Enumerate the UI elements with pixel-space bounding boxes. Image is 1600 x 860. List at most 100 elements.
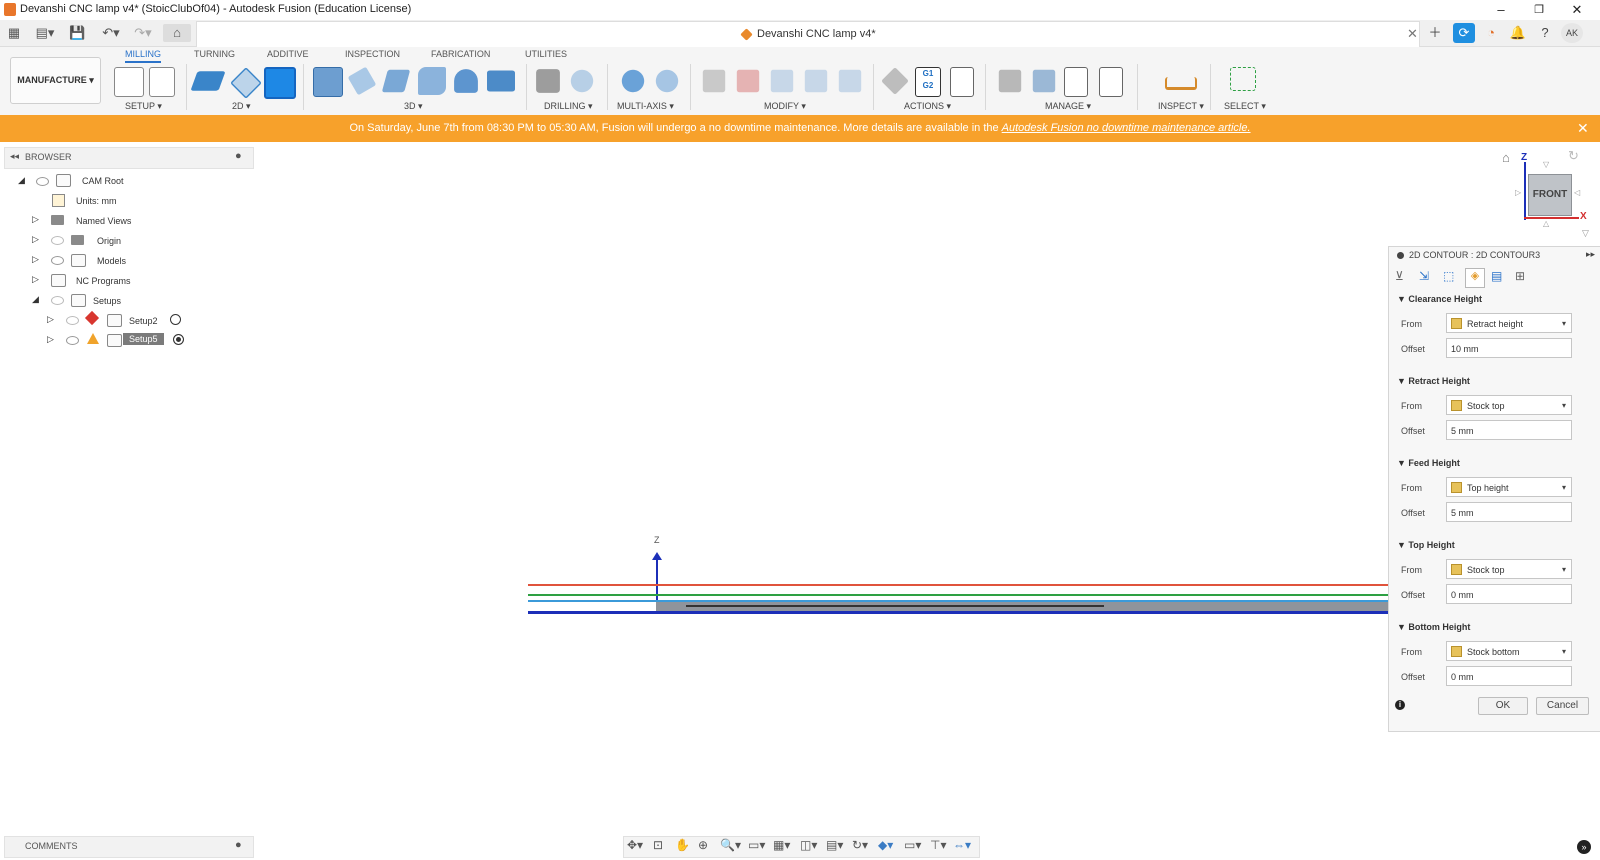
tool-library-icon[interactable] (998, 69, 1022, 93)
select-group-label[interactable]: SELECT ▾ (1224, 101, 1266, 112)
redo-icon[interactable]: ↷▾ (130, 24, 156, 42)
document-tab[interactable]: Devanshi CNC lamp v4* ✕ (196, 21, 1420, 47)
multiaxis-group-label[interactable]: MULTI-AXIS ▾ (617, 101, 674, 112)
modify-tool-icon[interactable] (702, 69, 726, 93)
multiaxis-contour-icon[interactable] (621, 69, 645, 93)
collapse-icon[interactable]: ◂◂ (10, 151, 19, 162)
tree-item-origin[interactable]: Origin (97, 236, 121, 246)
heights-tab-icon[interactable]: ⬚ (1443, 269, 1459, 285)
filter-icon[interactable]: ⊤▾ (930, 838, 946, 852)
new-setup-icon[interactable] (114, 67, 144, 97)
home-icon[interactable]: ⌂ (163, 24, 191, 42)
tab-turning[interactable]: TURNING (194, 49, 235, 59)
viewports-icon[interactable]: ◫▾ (800, 838, 817, 852)
expand-cam-root-icon[interactable]: ◢ (18, 175, 25, 186)
window-select-icon[interactable] (1230, 67, 1256, 91)
job-status-icon[interactable]: ◔ (1480, 23, 1502, 43)
tree-item-units[interactable]: Units: mm (76, 196, 117, 206)
machine-library-icon[interactable] (1032, 69, 1056, 93)
visibility-icon[interactable] (51, 236, 64, 245)
bottom-offset-input[interactable]: 0 mm (1446, 666, 1572, 686)
pan-icon[interactable]: ✋ (675, 838, 690, 852)
maintenance-article-link[interactable]: Autodesk Fusion no downtime maintenance … (1002, 122, 1251, 134)
inspect-group-label[interactable]: INSPECT ▾ (1158, 101, 1204, 112)
2d-group-label[interactable]: 2D ▾ (232, 101, 251, 112)
3d-group-label[interactable]: 3D ▾ (404, 101, 423, 112)
3d-scallop-icon[interactable] (454, 69, 478, 93)
top-from-select[interactable]: Stock top ▾ (1446, 559, 1572, 579)
section-bottom-height[interactable]: ▼ Bottom Height (1397, 622, 1470, 632)
info-icon[interactable]: i (1395, 700, 1405, 710)
home-view-icon[interactable]: ⌂ (1502, 150, 1510, 165)
post-process-icon[interactable]: G1 G2 (915, 67, 941, 97)
ok-button[interactable]: OK (1478, 697, 1528, 715)
tab-additive[interactable]: ADDITIVE (267, 49, 309, 59)
apps-grid-icon[interactable]: ▦ (6, 24, 22, 42)
setup-sheet-icon[interactable] (950, 67, 974, 97)
feed-from-select[interactable]: Top height ▾ (1446, 477, 1572, 497)
hole-recognition-icon[interactable] (570, 69, 594, 93)
section-clearance-height[interactable]: ▼ Clearance Height (1397, 294, 1482, 304)
browser-pin-icon[interactable]: ● (235, 150, 242, 162)
workspace-switcher[interactable]: MANUFACTURE ▾ (10, 57, 101, 104)
extensions-icon[interactable]: ⟳ (1453, 23, 1475, 43)
tab-inspection[interactable]: INSPECTION (345, 49, 400, 59)
visibility-icon[interactable] (51, 256, 64, 265)
close-banner-icon[interactable]: ✕ (1577, 115, 1589, 142)
retract-offset-input[interactable]: 5 mm (1446, 420, 1572, 440)
tab-utilities[interactable]: UTILITIES (525, 49, 567, 59)
help-icon[interactable]: ? (1534, 23, 1556, 43)
browser-header[interactable]: ◂◂ BROWSER ● (4, 147, 254, 169)
display-settings-icon[interactable]: ▭▾ (748, 838, 765, 852)
user-avatar[interactable]: AK (1561, 23, 1583, 43)
3d-contour-icon[interactable] (487, 70, 515, 92)
viewcube-front-face[interactable]: FRONT (1528, 174, 1572, 216)
top-offset-input[interactable]: 0 mm (1446, 584, 1572, 604)
environment-icon[interactable]: ▭▾ (904, 838, 921, 852)
post-library-icon[interactable] (1064, 67, 1088, 97)
section-retract-height[interactable]: ▼ Retract Height (1397, 376, 1470, 386)
comments-bar[interactable]: COMMENTS ● (4, 836, 254, 858)
viewcube-menu-icon[interactable]: ▽ (1582, 228, 1589, 239)
expand-named-views-icon[interactable]: ▷ (32, 214, 39, 225)
expand-setup2-icon[interactable]: ▷ (47, 314, 54, 325)
section-feed-height[interactable]: ▼ Feed Height (1397, 458, 1460, 468)
pattern-icon[interactable] (804, 69, 828, 93)
grid-icon[interactable]: ▦▾ (773, 838, 790, 852)
bottom-from-select[interactable]: Stock bottom ▾ (1446, 641, 1572, 661)
modify-group-label[interactable]: MODIFY ▾ (764, 101, 806, 112)
tree-item-setup2[interactable]: Setup2 (129, 316, 158, 326)
file-menu-icon[interactable]: ▤▾ (32, 24, 58, 42)
delete-toolpath-icon[interactable] (736, 69, 760, 93)
geometry-tab-icon[interactable]: ⇲ (1419, 269, 1435, 285)
zoom-icon[interactable]: ⊕ (698, 838, 708, 852)
simulation-tab-icon[interactable]: ⊞ (1515, 269, 1531, 285)
tab-milling[interactable]: MILLING (125, 49, 162, 63)
expand-origin-icon[interactable]: ▷ (32, 234, 39, 245)
viewcube-up-arrow[interactable]: ▽ (1543, 160, 1549, 169)
linking-tab-icon[interactable]: ▤ (1491, 269, 1507, 285)
transform-icon[interactable] (770, 69, 794, 93)
clearance-offset-input[interactable]: 10 mm (1446, 338, 1572, 358)
expand-setup5-icon[interactable]: ▷ (47, 334, 54, 345)
3d-parallel-icon[interactable] (418, 67, 446, 95)
viewcube-right-arrow[interactable]: ◁ (1574, 188, 1580, 197)
look-at-icon[interactable]: ⊡ (653, 838, 663, 852)
swarf-icon[interactable] (655, 69, 679, 93)
manage-group-label[interactable]: MANAGE ▾ (1045, 101, 1091, 112)
tree-item-setups[interactable]: Setups (93, 296, 121, 306)
viewcube-rotate-icon[interactable]: ↻ (1568, 148, 1579, 164)
visibility-icon[interactable] (66, 336, 79, 345)
sheet-icon[interactable] (149, 67, 175, 97)
tree-item-setup5[interactable]: Setup5 (123, 333, 164, 345)
measure-icon[interactable] (1165, 77, 1197, 90)
feed-offset-input[interactable]: 5 mm (1446, 502, 1572, 522)
effects-icon[interactable]: ◆▾ (878, 838, 893, 852)
2d-contour-icon[interactable] (264, 67, 296, 99)
activate-radio-icon[interactable] (170, 314, 181, 325)
retract-from-select[interactable]: Stock top ▾ (1446, 395, 1572, 415)
expand-models-icon[interactable]: ▷ (32, 254, 39, 265)
viewcube-left-arrow[interactable]: ▷ (1515, 188, 1521, 197)
tree-item-cam-root[interactable]: CAM Root (82, 176, 124, 186)
passes-tab-icon[interactable]: ◈ (1465, 268, 1485, 288)
